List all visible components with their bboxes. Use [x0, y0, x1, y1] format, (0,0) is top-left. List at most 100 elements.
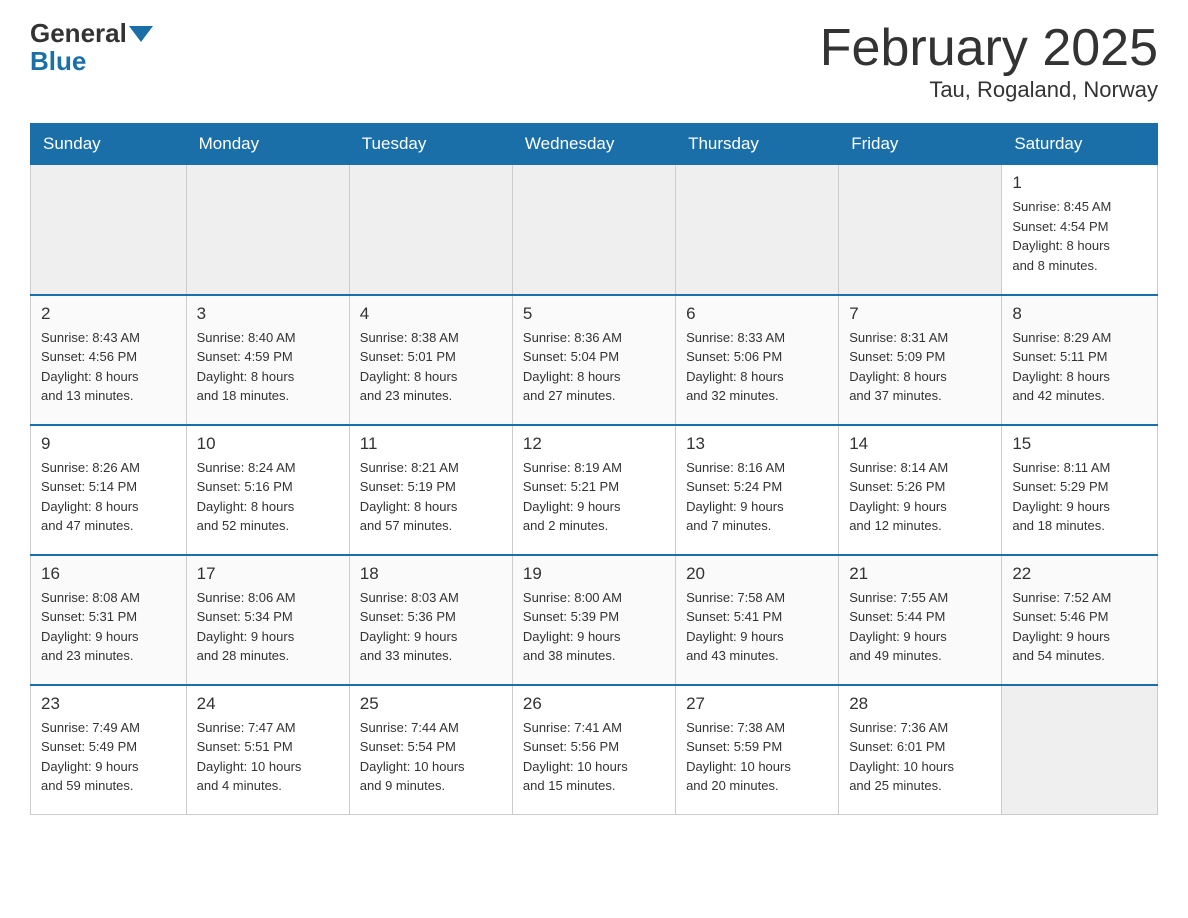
weekday-header-sunday: Sunday [31, 124, 187, 165]
logo: General Blue [30, 20, 153, 77]
day-number: 25 [360, 694, 502, 714]
calendar-cell: 12Sunrise: 8:19 AM Sunset: 5:21 PM Dayli… [512, 425, 675, 555]
location-title: Tau, Rogaland, Norway [820, 77, 1158, 103]
calendar-cell [31, 165, 187, 295]
calendar-cell: 16 Sunrise: 8:08 AM Sunset: 5:31 PM Dayli… [31, 555, 187, 685]
calendar-cell: 20 Sunrise: 7:58 AM Sunset: 5:41 PM Dayli… [676, 555, 839, 685]
calendar-cell: 1 Sunrise: 8:45 AM Sunset: 4:54 PM Daylig… [1002, 165, 1158, 295]
day-number: 13 [686, 434, 828, 454]
day-number: 12 [523, 434, 665, 454]
day-info: Sunrise: 7:44 AM Sunset: 5:54 PM Dayligh… [360, 718, 502, 796]
day-info: Sunrise: 8:40 AM Sunset: 4:59 PM Dayligh… [197, 328, 339, 406]
day-info: Sunrise: 8:24 AM Sunset: 5:16 PM Dayligh… [197, 458, 339, 536]
day-number: 14 [849, 434, 991, 454]
day-info: Sunrise: 8:43 AM Sunset: 4:56 PM Dayligh… [41, 328, 176, 406]
day-number: 4 [360, 304, 502, 324]
calendar-cell: 6 Sunrise: 8:33 AM Sunset: 5:06 PM Daylig… [676, 295, 839, 425]
calendar-cell: 10 Sunrise: 8:24 AM Sunset: 5:16 PM Dayli… [186, 425, 349, 555]
day-info: Sunrise: 7:49 AM Sunset: 5:49 PM Dayligh… [41, 718, 176, 796]
calendar-week-row: 23 Sunrise: 7:49 AM Sunset: 5:49 PM Dayli… [31, 685, 1158, 815]
day-number: 2 [41, 304, 176, 324]
day-info: Sunrise: 7:58 AM Sunset: 5:41 PM Dayligh… [686, 588, 828, 666]
day-info: Sunrise: 7:55 AM Sunset: 5:44 PM Dayligh… [849, 588, 991, 666]
weekday-header-thursday: Thursday [676, 124, 839, 165]
day-number: 26 [523, 694, 665, 714]
calendar-cell: 24 Sunrise: 7:47 AM Sunset: 5:51 PM Dayli… [186, 685, 349, 815]
day-info: Sunrise: 7:47 AM Sunset: 5:51 PM Dayligh… [197, 718, 339, 796]
calendar-week-row: 2 Sunrise: 8:43 AM Sunset: 4:56 PM Daylig… [31, 295, 1158, 425]
day-info: Sunrise: 8:00 AM Sunset: 5:39 PM Dayligh… [523, 588, 665, 666]
day-number: 6 [686, 304, 828, 324]
calendar-cell: 11 Sunrise: 8:21 AM Sunset: 5:19 PM Dayli… [349, 425, 512, 555]
weekday-header-saturday: Saturday [1002, 124, 1158, 165]
day-number: 16 [41, 564, 176, 584]
calendar-cell: 21 Sunrise: 7:55 AM Sunset: 5:44 PM Dayli… [839, 555, 1002, 685]
calendar-week-row: 1 Sunrise: 8:45 AM Sunset: 4:54 PM Daylig… [31, 165, 1158, 295]
logo-blue-text: Blue [30, 46, 86, 77]
calendar-week-row: 16 Sunrise: 8:08 AM Sunset: 5:31 PM Dayli… [31, 555, 1158, 685]
day-number: 27 [686, 694, 828, 714]
calendar-cell: 4 Sunrise: 8:38 AM Sunset: 5:01 PM Daylig… [349, 295, 512, 425]
day-number: 1 [1012, 173, 1147, 193]
calendar-cell: 17 Sunrise: 8:06 AM Sunset: 5:34 PM Dayli… [186, 555, 349, 685]
page-header: General Blue February 2025 Tau, Rogaland… [30, 20, 1158, 103]
calendar-cell [512, 165, 675, 295]
calendar-cell: 9Sunrise: 8:26 AM Sunset: 5:14 PM Daylig… [31, 425, 187, 555]
calendar-cell [676, 165, 839, 295]
day-info: Sunrise: 8:36 AM Sunset: 5:04 PM Dayligh… [523, 328, 665, 406]
day-info: Sunrise: 8:29 AM Sunset: 5:11 PM Dayligh… [1012, 328, 1147, 406]
calendar-cell [839, 165, 1002, 295]
calendar-cell: 14 Sunrise: 8:14 AM Sunset: 5:26 PM Dayli… [839, 425, 1002, 555]
day-number: 24 [197, 694, 339, 714]
day-info: Sunrise: 7:36 AM Sunset: 6:01 PM Dayligh… [849, 718, 991, 796]
day-info: Sunrise: 8:21 AM Sunset: 5:19 PM Dayligh… [360, 458, 502, 536]
calendar-cell: 22Sunrise: 7:52 AM Sunset: 5:46 PM Dayli… [1002, 555, 1158, 685]
calendar-week-row: 9Sunrise: 8:26 AM Sunset: 5:14 PM Daylig… [31, 425, 1158, 555]
day-info: Sunrise: 8:16 AM Sunset: 5:24 PM Dayligh… [686, 458, 828, 536]
day-number: 3 [197, 304, 339, 324]
calendar-cell: 7 Sunrise: 8:31 AM Sunset: 5:09 PM Daylig… [839, 295, 1002, 425]
calendar-cell: 5 Sunrise: 8:36 AM Sunset: 5:04 PM Daylig… [512, 295, 675, 425]
day-info: Sunrise: 7:41 AM Sunset: 5:56 PM Dayligh… [523, 718, 665, 796]
day-number: 18 [360, 564, 502, 584]
month-title: February 2025 [820, 20, 1158, 77]
day-info: Sunrise: 8:31 AM Sunset: 5:09 PM Dayligh… [849, 328, 991, 406]
day-number: 10 [197, 434, 339, 454]
day-number: 17 [197, 564, 339, 584]
calendar-cell: 13 Sunrise: 8:16 AM Sunset: 5:24 PM Dayli… [676, 425, 839, 555]
weekday-header-monday: Monday [186, 124, 349, 165]
calendar-cell: 2 Sunrise: 8:43 AM Sunset: 4:56 PM Daylig… [31, 295, 187, 425]
day-number: 5 [523, 304, 665, 324]
weekday-header-wednesday: Wednesday [512, 124, 675, 165]
calendar-cell: 28 Sunrise: 7:36 AM Sunset: 6:01 PM Dayli… [839, 685, 1002, 815]
weekday-header-row: SundayMondayTuesdayWednesdayThursdayFrid… [31, 124, 1158, 165]
day-info: Sunrise: 8:11 AM Sunset: 5:29 PM Dayligh… [1012, 458, 1147, 536]
day-info: Sunrise: 8:14 AM Sunset: 5:26 PM Dayligh… [849, 458, 991, 536]
day-info: Sunrise: 8:38 AM Sunset: 5:01 PM Dayligh… [360, 328, 502, 406]
day-number: 19 [523, 564, 665, 584]
title-section: February 2025 Tau, Rogaland, Norway [820, 20, 1158, 103]
logo-general-text: General [30, 20, 127, 46]
day-number: 15 [1012, 434, 1147, 454]
weekday-header-tuesday: Tuesday [349, 124, 512, 165]
calendar-cell: 26 Sunrise: 7:41 AM Sunset: 5:56 PM Dayli… [512, 685, 675, 815]
day-info: Sunrise: 8:33 AM Sunset: 5:06 PM Dayligh… [686, 328, 828, 406]
day-number: 22 [1012, 564, 1147, 584]
day-number: 11 [360, 434, 502, 454]
calendar-cell: 27Sunrise: 7:38 AM Sunset: 5:59 PM Dayli… [676, 685, 839, 815]
calendar-cell: 15 Sunrise: 8:11 AM Sunset: 5:29 PM Dayli… [1002, 425, 1158, 555]
day-info: Sunrise: 8:08 AM Sunset: 5:31 PM Dayligh… [41, 588, 176, 666]
day-info: Sunrise: 8:06 AM Sunset: 5:34 PM Dayligh… [197, 588, 339, 666]
day-info: Sunrise: 8:45 AM Sunset: 4:54 PM Dayligh… [1012, 197, 1147, 275]
day-number: 9 [41, 434, 176, 454]
day-info: Sunrise: 8:03 AM Sunset: 5:36 PM Dayligh… [360, 588, 502, 666]
calendar-cell: 19 Sunrise: 8:00 AM Sunset: 5:39 PM Dayli… [512, 555, 675, 685]
day-number: 21 [849, 564, 991, 584]
day-number: 28 [849, 694, 991, 714]
calendar-cell: 23 Sunrise: 7:49 AM Sunset: 5:49 PM Dayli… [31, 685, 187, 815]
day-number: 23 [41, 694, 176, 714]
calendar-cell: 18 Sunrise: 8:03 AM Sunset: 5:36 PM Dayli… [349, 555, 512, 685]
day-number: 20 [686, 564, 828, 584]
calendar-cell [186, 165, 349, 295]
day-number: 7 [849, 304, 991, 324]
